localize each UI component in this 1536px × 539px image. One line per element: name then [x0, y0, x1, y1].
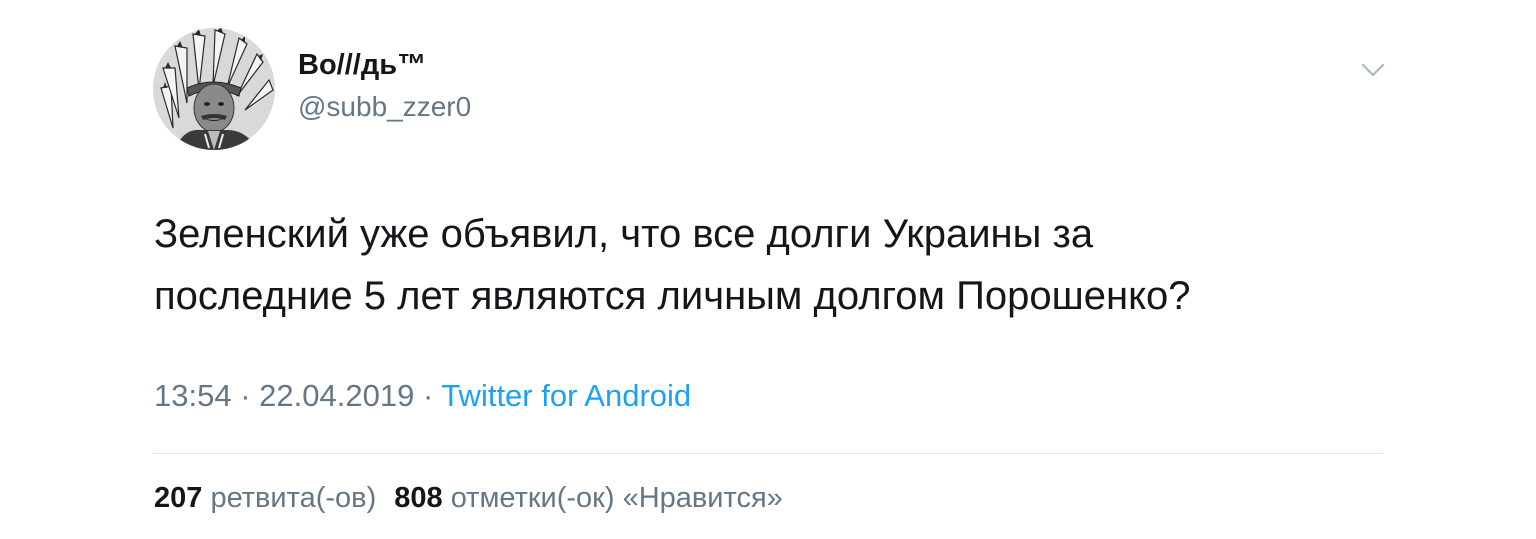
meta-separator: · [422, 378, 434, 413]
avatar[interactable] [153, 28, 275, 150]
tweet-menu-button[interactable] [1358, 58, 1388, 82]
author-handle[interactable]: @subb_zzer0 [298, 90, 471, 124]
likes-stat[interactable]: 808 отметки(-ок) «Нравится» [394, 482, 783, 514]
retweets-label: ретвита(-ов) [210, 482, 377, 514]
retweets-count: 207 [154, 482, 203, 514]
retweets-stat[interactable]: 207 ретвита(-ов) [154, 482, 376, 514]
tweet-date[interactable]: 22.04.2019 [259, 378, 414, 413]
divider [153, 453, 1384, 454]
likes-count: 808 [394, 482, 443, 514]
chevron-down-icon [1361, 63, 1385, 77]
likes-label: отметки(-ок) «Нравится» [450, 482, 783, 514]
tweet-stats: 207 ретвита(-ов) 808 отметки(-ок) «Нравит… [154, 480, 783, 516]
author-display-name[interactable]: Во///дь™ [298, 48, 426, 82]
tweet-text: Зеленский уже объявил, что все долги Укр… [154, 203, 1384, 327]
tweet-source-link[interactable]: Twitter for Android [441, 378, 691, 413]
meta-separator: · [240, 378, 251, 413]
tweet-time[interactable]: 13:54 [154, 378, 232, 413]
profile-avatar-icon [153, 28, 275, 150]
tweet-meta: 13:54 · 22.04.2019 · Twitter for Android [154, 377, 691, 415]
tweet-text-line: последние 5 лет являются личным долгом П… [154, 274, 1191, 318]
tweet-text-line: Зеленский уже объявил, что все долги Укр… [154, 212, 1094, 256]
